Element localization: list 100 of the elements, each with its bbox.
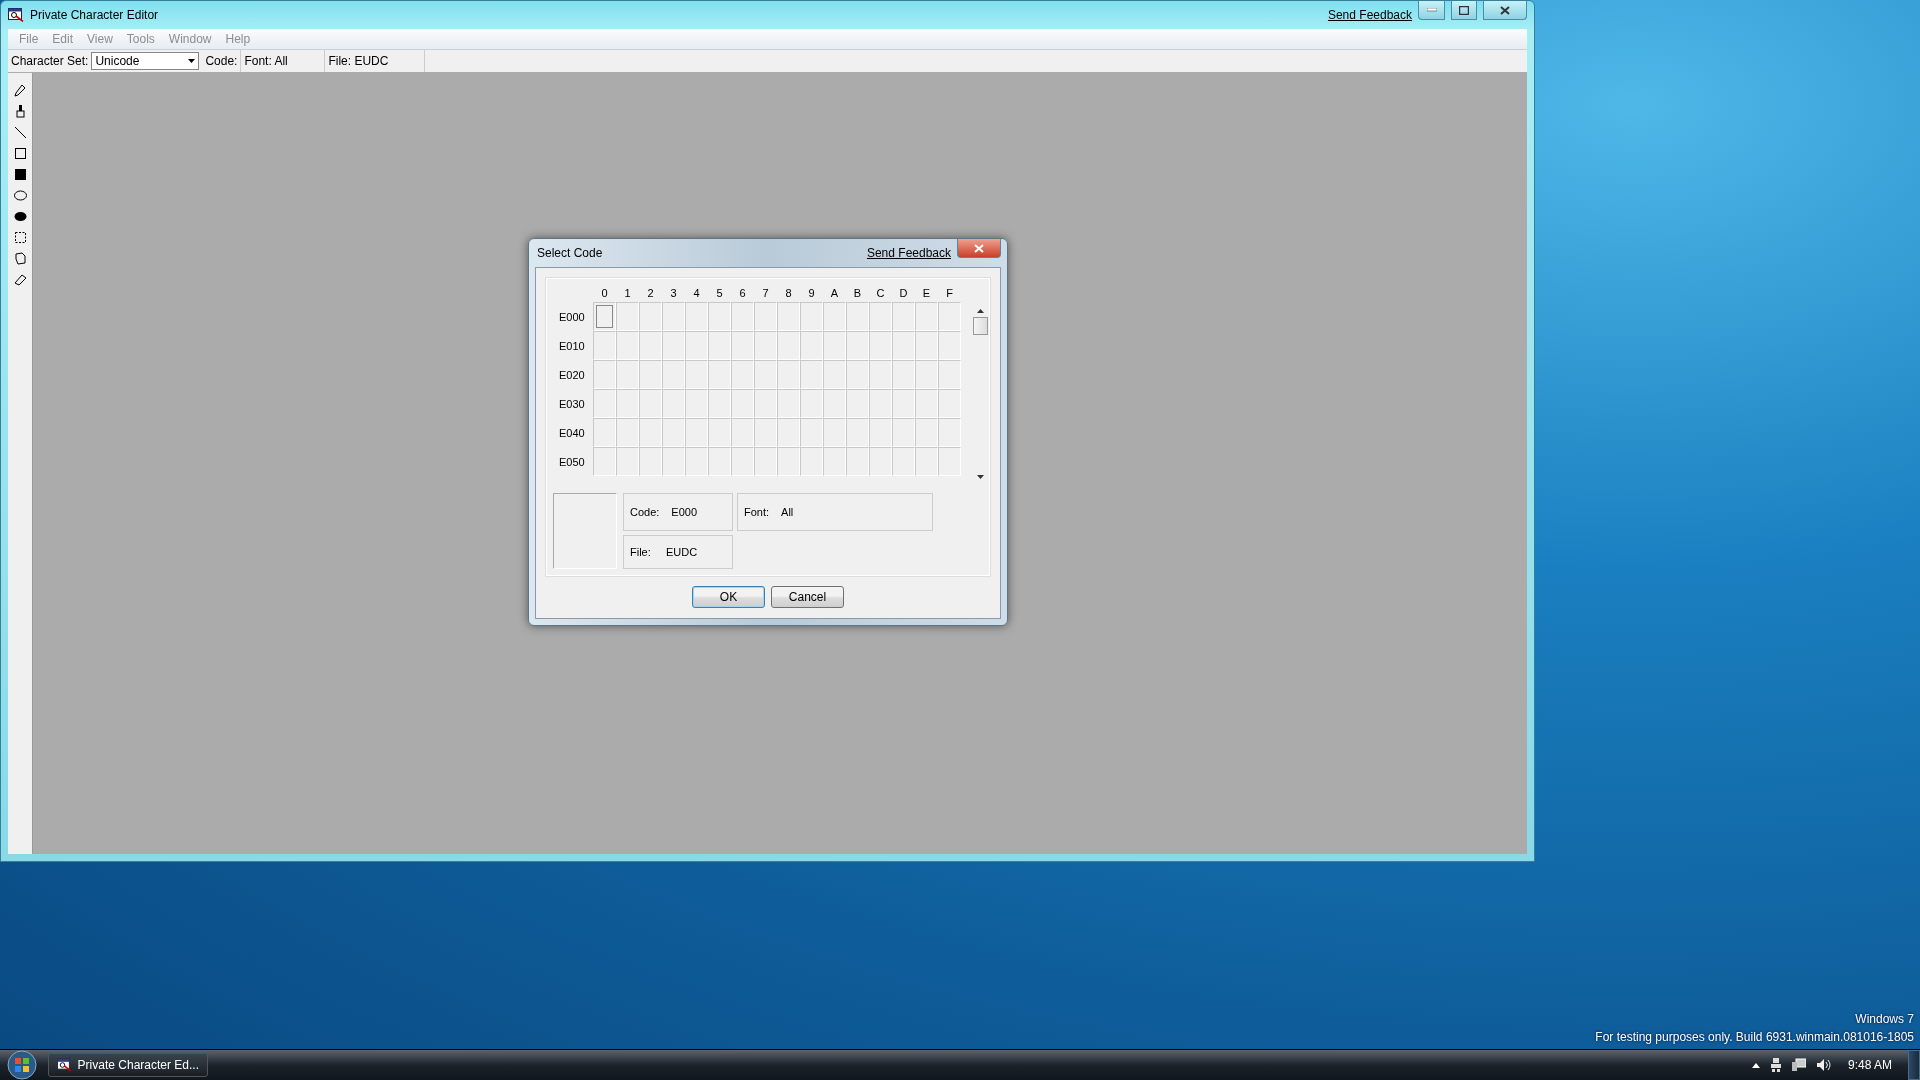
character-cell[interactable]	[685, 418, 708, 447]
character-cell[interactable]	[639, 418, 662, 447]
character-cell[interactable]	[777, 418, 800, 447]
eraser-icon[interactable]	[12, 272, 28, 287]
scroll-down-arrow-icon[interactable]	[977, 475, 984, 479]
character-cell[interactable]	[892, 418, 915, 447]
speaker-icon[interactable]	[1815, 1058, 1832, 1072]
character-cell[interactable]	[639, 389, 662, 418]
character-cell[interactable]	[616, 389, 639, 418]
character-cell[interactable]	[800, 447, 823, 476]
character-cell[interactable]	[800, 389, 823, 418]
show-desktop-button[interactable]	[1908, 1050, 1920, 1080]
character-cell[interactable]	[639, 447, 662, 476]
character-cell[interactable]	[915, 360, 938, 389]
character-cell[interactable]	[938, 418, 961, 447]
character-cell[interactable]	[892, 447, 915, 476]
show-hidden-icons-icon[interactable]	[1751, 1062, 1760, 1068]
device-icon[interactable]	[1769, 1058, 1782, 1072]
character-cell[interactable]	[685, 302, 708, 331]
character-cell[interactable]	[869, 418, 892, 447]
close-button[interactable]	[1483, 1, 1527, 20]
character-cell[interactable]	[593, 447, 616, 476]
character-cell[interactable]	[938, 447, 961, 476]
character-cell[interactable]	[846, 360, 869, 389]
character-cell[interactable]	[754, 418, 777, 447]
character-cell[interactable]	[800, 418, 823, 447]
character-cell[interactable]	[800, 331, 823, 360]
character-cell[interactable]	[846, 418, 869, 447]
character-cell[interactable]	[869, 302, 892, 331]
rectangle-select-icon[interactable]	[12, 230, 28, 245]
character-cell[interactable]	[593, 331, 616, 360]
scroll-thumb[interactable]	[973, 317, 988, 335]
character-cell[interactable]	[662, 331, 685, 360]
character-cell[interactable]	[731, 447, 754, 476]
character-cell[interactable]	[892, 389, 915, 418]
character-cell[interactable]	[662, 418, 685, 447]
character-cell[interactable]	[869, 331, 892, 360]
character-cell[interactable]	[731, 418, 754, 447]
character-cell[interactable]	[616, 418, 639, 447]
character-cell[interactable]	[777, 360, 800, 389]
character-cell[interactable]	[754, 447, 777, 476]
character-cell[interactable]	[685, 389, 708, 418]
character-cell[interactable]	[777, 331, 800, 360]
character-cell[interactable]	[616, 331, 639, 360]
character-cell[interactable]	[938, 389, 961, 418]
character-cell[interactable]	[616, 302, 639, 331]
character-cell[interactable]	[708, 331, 731, 360]
clock[interactable]: 9:48 AM	[1847, 1058, 1892, 1072]
character-cell[interactable]	[662, 360, 685, 389]
character-cell[interactable]	[662, 447, 685, 476]
character-cell[interactable]	[846, 447, 869, 476]
character-cell[interactable]	[915, 331, 938, 360]
character-cell[interactable]	[938, 360, 961, 389]
send-feedback-link[interactable]: Send Feedback	[1327, 8, 1412, 22]
character-cell[interactable]	[846, 331, 869, 360]
character-cell[interactable]	[938, 302, 961, 331]
character-cell[interactable]	[754, 331, 777, 360]
character-cell[interactable]	[731, 389, 754, 418]
character-cell[interactable]	[938, 331, 961, 360]
character-cell[interactable]	[708, 389, 731, 418]
character-cell[interactable]	[892, 331, 915, 360]
character-cell[interactable]	[754, 360, 777, 389]
character-cell[interactable]	[593, 418, 616, 447]
character-cell[interactable]	[731, 360, 754, 389]
character-cell[interactable]	[593, 389, 616, 418]
taskbar-button[interactable]: Private Character Ed...	[48, 1053, 208, 1077]
character-cell[interactable]	[800, 360, 823, 389]
character-cell[interactable]	[915, 418, 938, 447]
rectangle-icon[interactable]	[12, 146, 28, 161]
character-cell[interactable]	[593, 302, 616, 331]
character-cell[interactable]	[593, 360, 616, 389]
filled-rectangle-icon[interactable]	[12, 167, 28, 182]
network-icon[interactable]	[1791, 1058, 1806, 1072]
character-cell[interactable]	[639, 360, 662, 389]
character-cell[interactable]	[915, 302, 938, 331]
character-cell[interactable]	[708, 447, 731, 476]
character-cell[interactable]	[823, 447, 846, 476]
pencil-icon[interactable]	[12, 83, 28, 98]
character-cell[interactable]	[869, 447, 892, 476]
character-cell[interactable]	[639, 302, 662, 331]
line-icon[interactable]	[12, 125, 28, 140]
character-cell[interactable]	[685, 360, 708, 389]
freeform-select-icon[interactable]	[12, 251, 28, 266]
character-cell[interactable]	[823, 418, 846, 447]
character-cell[interactable]	[892, 302, 915, 331]
character-cell[interactable]	[869, 360, 892, 389]
character-cell[interactable]	[731, 331, 754, 360]
character-cell[interactable]	[662, 389, 685, 418]
character-cell[interactable]	[616, 447, 639, 476]
character-cell[interactable]	[685, 331, 708, 360]
character-cell[interactable]	[892, 360, 915, 389]
character-set-dropdown[interactable]: Unicode	[91, 52, 200, 70]
character-cell[interactable]	[777, 447, 800, 476]
character-cell[interactable]	[685, 447, 708, 476]
ok-button[interactable]: OK	[692, 586, 765, 608]
character-cell[interactable]	[754, 389, 777, 418]
ellipse-icon[interactable]	[12, 188, 28, 203]
character-cell[interactable]	[708, 418, 731, 447]
minimize-button[interactable]	[1418, 1, 1445, 20]
filled-ellipse-icon[interactable]	[12, 209, 28, 224]
